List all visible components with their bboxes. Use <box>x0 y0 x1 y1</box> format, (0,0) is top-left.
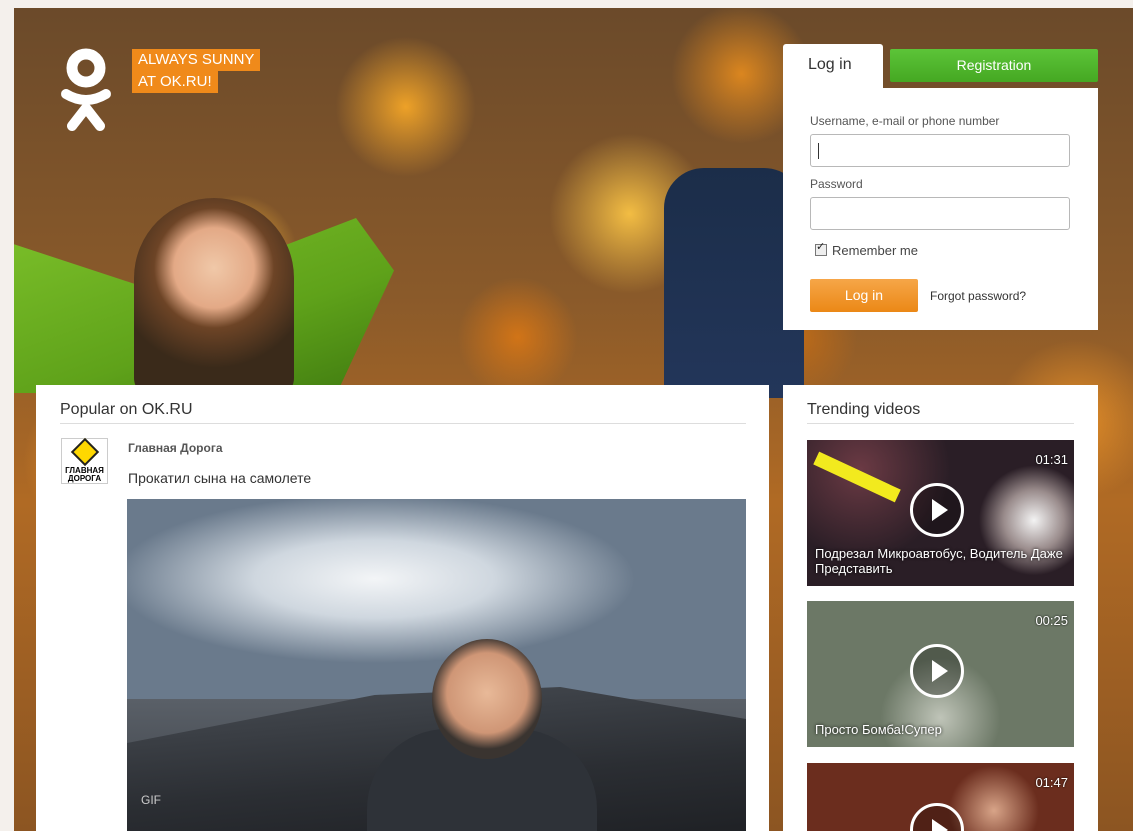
forgot-password-link[interactable]: Forgot password? <box>930 289 1026 303</box>
slogan-line1: ALWAYS SUNNY <box>132 49 261 71</box>
remember-me[interactable]: Remember me <box>815 240 918 258</box>
gif-label: GIF <box>141 793 161 807</box>
ok-logo-icon[interactable] <box>58 48 114 132</box>
text-caret <box>818 143 819 159</box>
popular-title: Popular on OK.RU <box>60 401 193 418</box>
registration-button[interactable]: Registration <box>890 49 1098 82</box>
post-text[interactable]: Прокатил сына на самолете <box>128 470 311 486</box>
video-card[interactable]: 01:31 Подрезал Микроавтобус, Водитель Да… <box>807 440 1074 586</box>
checkbox-icon[interactable] <box>815 240 827 256</box>
tab-login[interactable]: Log in <box>783 44 883 90</box>
arrow-overlay <box>813 451 901 503</box>
divider <box>60 423 746 424</box>
slogan-line2: AT OK.RU! <box>132 71 218 93</box>
play-icon[interactable] <box>910 644 964 698</box>
video-card[interactable]: 01:47 <box>807 763 1074 831</box>
username-label: Username, e-mail or phone number <box>810 114 1000 128</box>
gif-pilot-face <box>432 639 542 759</box>
avatar-text: ГЛАВНАЯ ДОРОГА <box>65 466 104 483</box>
post-gif[interactable]: GIF <box>127 499 746 831</box>
remember-label: Remember me <box>832 243 918 258</box>
password-label: Password <box>810 177 863 191</box>
login-form: Username, e-mail or phone number Passwor… <box>783 88 1098 330</box>
video-card[interactable]: 00:25 Просто Бомба!Супер <box>807 601 1074 747</box>
trending-title: Trending videos <box>807 401 921 418</box>
avatar[interactable]: ГЛАВНАЯ ДОРОГА <box>61 437 108 484</box>
gif-sky <box>127 499 746 699</box>
road-sign-icon <box>70 437 100 467</box>
divider <box>807 423 1074 424</box>
video-duration: 00:25 <box>1035 613 1068 628</box>
login-tabs: Log in Registration <box>783 44 1098 90</box>
post-author[interactable]: Главная Дорога <box>128 441 223 455</box>
username-input[interactable] <box>810 134 1070 167</box>
password-input[interactable] <box>810 197 1070 230</box>
slogan: ALWAYS SUNNY AT OK.RU! <box>132 49 261 93</box>
video-duration: 01:47 <box>1035 775 1068 790</box>
trending-panel: Trending videos 01:31 Подрезал Микроавто… <box>783 385 1098 831</box>
popular-panel: Popular on OK.RU ГЛАВНАЯ ДОРОГА Главная … <box>36 385 769 831</box>
play-icon[interactable] <box>910 803 964 831</box>
login-button[interactable]: Log in <box>810 279 918 312</box>
video-duration: 01:31 <box>1035 452 1068 467</box>
hero-face <box>134 198 294 398</box>
video-caption[interactable]: Просто Бомба!Супер <box>815 722 1065 737</box>
play-icon[interactable] <box>910 483 964 537</box>
video-caption[interactable]: Подрезал Микроавтобус, Водитель Даже Пре… <box>815 546 1065 576</box>
